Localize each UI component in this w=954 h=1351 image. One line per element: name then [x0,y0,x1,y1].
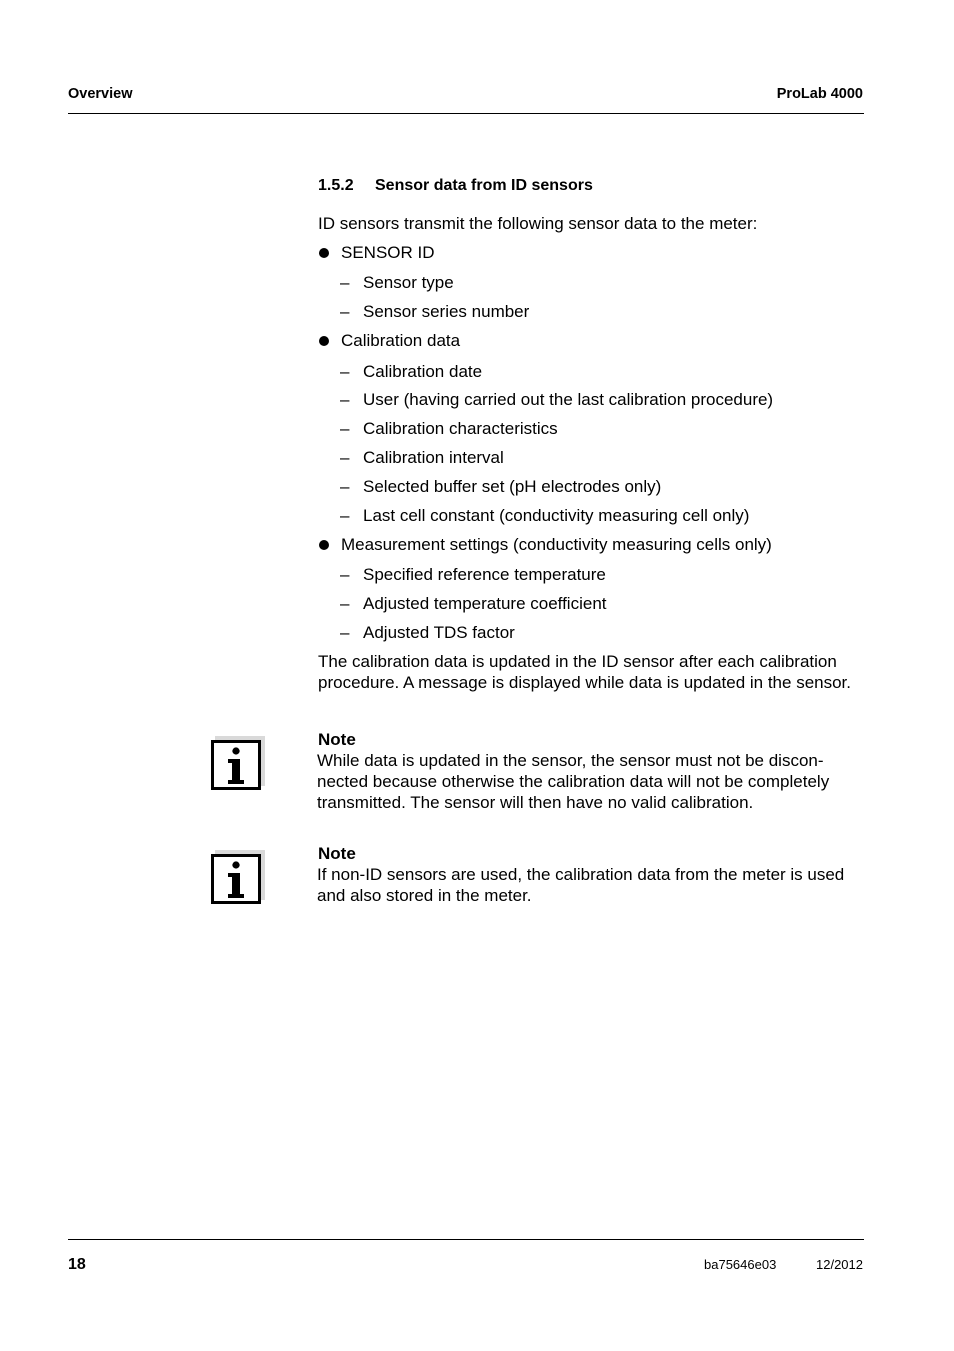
page-number: 18 [68,1256,86,1273]
dash-icon: – [340,448,350,467]
dash-icon: – [340,506,350,525]
bullet-label: Calibration data [341,331,461,350]
dash-icon: – [340,477,350,496]
list-item: Calibration date [363,362,483,381]
section-title: Sensor data from ID sensors [375,177,593,194]
header-product: ProLab 4000 [776,86,863,102]
note-text-line: transmitted. The sensor will then have n… [317,793,754,812]
intro-text: ID sensors transmit the following sensor… [318,214,758,233]
list-item: Sensor series number [363,302,530,321]
bullet-icon [319,540,329,550]
dash-icon: – [340,273,350,292]
section-number: 1.5.2 [318,177,354,194]
header-rule [68,113,864,114]
list-item: Calibration characteristics [363,419,558,438]
note-text-line: If non-ID sensors are used, the calibrat… [317,865,845,884]
list-item: Selected buffer set (pH electrodes only) [363,477,662,496]
note-title: Note [318,730,356,749]
dash-icon: – [340,419,350,438]
closing-paragraph-line: procedure. A message is displayed while … [318,673,852,692]
bullet-icon [319,336,329,346]
info-icon [211,850,265,904]
dash-icon: – [340,594,350,613]
list-item: Last cell constant (conductivity measuri… [363,506,750,525]
header-section: Overview [68,86,133,102]
list-item: Calibration interval [363,448,504,467]
document-date: 12/2012 [816,1257,863,1272]
bullet-icon [319,248,329,258]
document-id: ba75646e03 [704,1257,777,1272]
list-item: User (having carried out the last calibr… [363,390,774,409]
dash-icon: – [340,623,350,642]
dash-icon: – [340,565,350,584]
dash-icon: – [340,302,350,321]
note-text-line: While data is updated in the sensor, the… [317,751,824,770]
list-item: Adjusted temperature coefficient [363,594,607,613]
bullet-label: SENSOR ID [341,243,435,262]
note-text-line: and also stored in the meter. [317,886,532,905]
bullet-label: Measurement settings (conductivity measu… [341,535,772,554]
note-title: Note [318,844,356,863]
dash-icon: – [340,390,350,409]
dash-icon: – [340,362,350,381]
note-text-line: nected because otherwise the calibration… [317,772,830,791]
section-heading: 1.5.2 Sensor data from ID sensors [318,177,593,195]
list-item: Specified reference temperature [363,565,606,584]
list-item: Adjusted TDS factor [363,623,515,642]
list-item: Sensor type [363,273,454,292]
info-icon [211,736,265,790]
page-header: Overview ProLab 4000 [68,86,863,106]
closing-paragraph-line: The calibration data is updated in the I… [318,652,837,671]
footer-rule [68,1239,864,1240]
